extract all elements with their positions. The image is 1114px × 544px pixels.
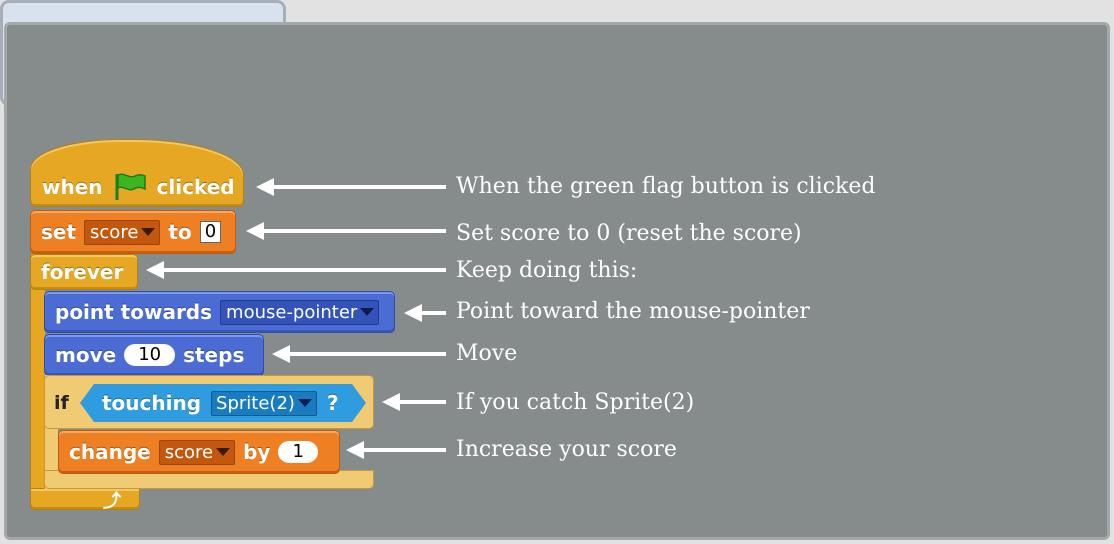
- change-score-block[interactable]: change score by 1: [58, 430, 340, 474]
- annotation-arrow: [362, 448, 446, 452]
- annotation-arrow: [288, 352, 446, 356]
- if-label: if: [54, 392, 69, 414]
- annotation-set-score: Set score to 0 (reset the score): [456, 221, 802, 246]
- annotation-arrow: [398, 400, 446, 404]
- annotation-move: Move: [456, 341, 518, 366]
- chevron-down-icon: [141, 228, 156, 236]
- sprite-dropdown[interactable]: Sprite(2): [211, 391, 317, 416]
- touching-predicate-block[interactable]: touching Sprite(2) ?: [80, 384, 366, 422]
- chevron-down-icon: [298, 399, 312, 407]
- point-towards-label: point towards: [55, 300, 213, 324]
- annotation-arrow: [162, 268, 446, 272]
- annotation-forever: Keep doing this:: [456, 258, 638, 283]
- target-dropdown[interactable]: mouse-pointer: [220, 299, 380, 325]
- move-steps-block[interactable]: move 10 steps: [44, 334, 264, 376]
- annotation-change-score: Increase your score: [456, 437, 677, 462]
- clicked-label: clicked: [156, 175, 235, 199]
- chevron-down-icon: [360, 308, 375, 316]
- forever-block-arm: [30, 254, 45, 508]
- annotation-if-touching: If you catch Sprite(2): [456, 390, 695, 415]
- annotation-when-flag: When the green flag button is clicked: [456, 174, 876, 199]
- to-label: to: [168, 220, 192, 244]
- score-dropdown[interactable]: score: [158, 439, 236, 465]
- when-label: when: [42, 175, 103, 199]
- forever-label: forever: [41, 260, 124, 284]
- touching-label: touching: [102, 391, 202, 415]
- chevron-down-icon: [216, 448, 231, 456]
- set-score-block[interactable]: set score to 0: [30, 210, 236, 254]
- annotation-point-towards: Point toward the mouse-pointer: [456, 299, 810, 324]
- forever-block[interactable]: forever: [30, 254, 138, 290]
- annotation-arrow: [272, 185, 446, 189]
- loop-arrow-icon: ⤴: [103, 491, 121, 512]
- forever-block-bottom: ⤴: [30, 488, 140, 512]
- annotation-arrow: [420, 311, 446, 315]
- question-mark: ?: [326, 391, 339, 415]
- steps-label: steps: [183, 343, 245, 367]
- point-towards-block[interactable]: point towards mouse-pointer: [44, 291, 395, 333]
- change-label: change: [69, 440, 151, 464]
- set-label: set: [41, 220, 77, 244]
- score-dropdown[interactable]: score: [84, 219, 161, 245]
- green-flag-icon: [115, 173, 146, 200]
- change-value-input[interactable]: 1: [278, 441, 318, 463]
- annotation-arrow: [262, 229, 446, 233]
- hat-block-contents: when clicked: [42, 172, 235, 202]
- move-label: move: [55, 343, 117, 367]
- by-label: by: [243, 440, 271, 464]
- steps-input[interactable]: 10: [124, 344, 176, 366]
- score-value-input[interactable]: 0: [199, 221, 222, 243]
